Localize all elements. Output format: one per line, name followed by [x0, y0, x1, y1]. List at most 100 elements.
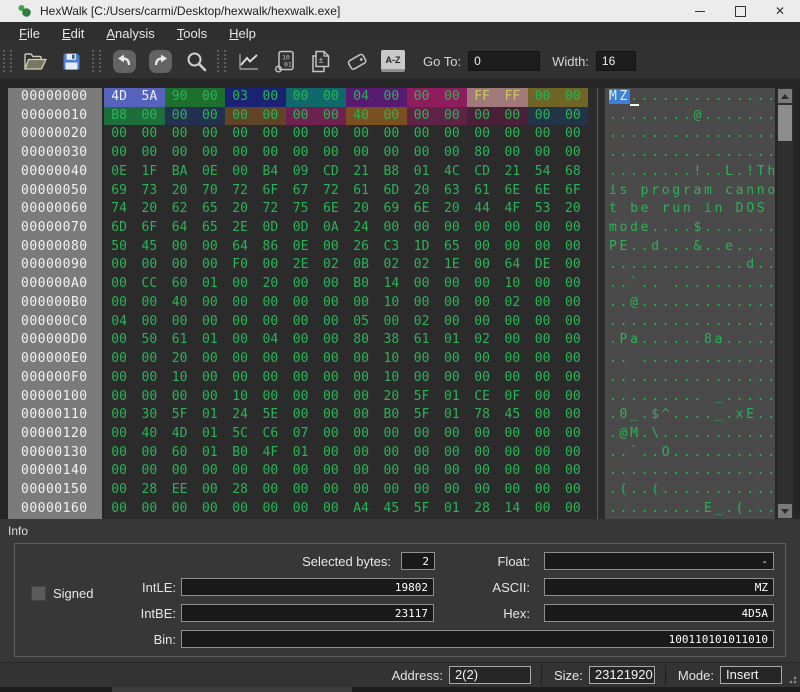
hex-byte[interactable]: 68 — [558, 163, 588, 182]
hex-byte[interactable]: 20 — [407, 182, 437, 201]
hex-byte[interactable]: 00 — [134, 256, 164, 275]
hex-byte[interactable]: 00 — [528, 481, 558, 500]
hex-byte[interactable]: 00 — [497, 444, 527, 463]
ascii-row[interactable]: .(..(........... — [605, 481, 775, 500]
hex-byte[interactable]: 00 — [316, 275, 346, 294]
hex-byte[interactable]: 14 — [376, 275, 406, 294]
hex-byte[interactable]: 24 — [225, 406, 255, 425]
hex-byte[interactable]: 4D — [165, 425, 195, 444]
hex-byte[interactable]: 65 — [195, 200, 225, 219]
hex-byte[interactable]: 00 — [195, 125, 225, 144]
hex-byte[interactable]: 00 — [225, 125, 255, 144]
hex-byte[interactable]: 00 — [437, 107, 467, 126]
hex-byte[interactable]: 00 — [316, 144, 346, 163]
hex-byte[interactable]: 00 — [467, 256, 497, 275]
hex-byte[interactable]: 00 — [195, 313, 225, 332]
hex-byte[interactable]: 07 — [286, 425, 316, 444]
hex-byte[interactable]: 00 — [104, 444, 134, 463]
hex-byte[interactable]: 00 — [165, 144, 195, 163]
ascii-row[interactable]: ........!..L.!Th — [605, 163, 775, 182]
hex-byte[interactable]: 00 — [104, 425, 134, 444]
hex-byte[interactable]: 00 — [558, 294, 588, 313]
hex-byte[interactable]: 00 — [558, 144, 588, 163]
hex-byte[interactable]: 00 — [346, 406, 376, 425]
hex-byte[interactable]: 00 — [497, 425, 527, 444]
hex-byte[interactable]: 6F — [255, 182, 285, 201]
hex-byte[interactable]: 00 — [255, 256, 285, 275]
hex-byte[interactable]: 90 — [165, 88, 195, 107]
hex-byte[interactable]: 00 — [286, 331, 316, 350]
hex-byte[interactable]: 6D — [104, 219, 134, 238]
ascii-row[interactable]: ..@............. — [605, 294, 775, 313]
hex-byte[interactable]: 28 — [134, 481, 164, 500]
hex-byte[interactable]: 64 — [165, 219, 195, 238]
hex-byte[interactable]: 01 — [195, 425, 225, 444]
hex-byte[interactable]: 00 — [467, 275, 497, 294]
hex-byte[interactable]: 45 — [376, 500, 406, 519]
hex-byte[interactable]: 00 — [528, 444, 558, 463]
hex-byte[interactable]: 0E — [104, 163, 134, 182]
hex-byte[interactable]: 00 — [376, 313, 406, 332]
hex-byte[interactable]: 50 — [104, 238, 134, 257]
hex-byte[interactable]: 00 — [286, 144, 316, 163]
hex-byte[interactable]: 00 — [407, 481, 437, 500]
hex-byte[interactable]: 20 — [376, 388, 406, 407]
hex-byte[interactable]: B0 — [225, 444, 255, 463]
hex-byte[interactable]: 00 — [195, 462, 225, 481]
hex-byte[interactable]: 00 — [558, 369, 588, 388]
hex-byte[interactable]: 00 — [316, 350, 346, 369]
hex-byte[interactable]: 00 — [195, 388, 225, 407]
hex-byte[interactable]: 00 — [316, 462, 346, 481]
hex-byte[interactable]: 00 — [376, 444, 406, 463]
hex-byte[interactable]: 00 — [528, 500, 558, 519]
signed-option[interactable]: Signed — [31, 586, 93, 601]
hex-byte[interactable]: 00 — [286, 369, 316, 388]
hex-byte[interactable]: 60 — [165, 275, 195, 294]
ascii-row[interactable]: t be run in DOS — [605, 200, 775, 219]
hex-byte[interactable]: 1F — [134, 163, 164, 182]
hex-byte[interactable]: 00 — [376, 107, 406, 126]
hex-byte[interactable]: 00 — [376, 219, 406, 238]
tags-button[interactable] — [344, 48, 370, 74]
hex-byte[interactable]: 10 — [225, 388, 255, 407]
hex-byte[interactable]: 00 — [134, 369, 164, 388]
hex-byte[interactable]: 01 — [437, 388, 467, 407]
hex-byte[interactable]: 00 — [467, 425, 497, 444]
hex-byte[interactable]: 00 — [134, 462, 164, 481]
signed-checkbox[interactable] — [31, 586, 46, 601]
hex-byte[interactable]: 24 — [346, 219, 376, 238]
hex-byte[interactable]: 00 — [467, 125, 497, 144]
hex-byte[interactable]: 00 — [467, 238, 497, 257]
hex-byte[interactable]: 00 — [528, 275, 558, 294]
hex-byte[interactable]: 67 — [286, 182, 316, 201]
ascii-row[interactable]: ................ — [605, 144, 775, 163]
hex-byte[interactable]: 0A — [316, 219, 346, 238]
hex-byte[interactable]: 00 — [286, 107, 316, 126]
hex-byte[interactable]: 00 — [255, 294, 285, 313]
hex-byte[interactable]: 09 — [286, 163, 316, 182]
hex-byte[interactable]: 00 — [346, 388, 376, 407]
hex-byte[interactable]: 00 — [165, 462, 195, 481]
hex-byte[interactable]: 62 — [165, 200, 195, 219]
hex-byte[interactable]: 00 — [558, 313, 588, 332]
hex-byte[interactable]: 69 — [376, 200, 406, 219]
hex-byte[interactable]: 00 — [134, 107, 164, 126]
hex-byte[interactable]: 00 — [195, 294, 225, 313]
patch-button[interactable]: ± — [308, 48, 334, 74]
hex-byte[interactable]: 10 — [376, 350, 406, 369]
hex-byte[interactable]: 20 — [437, 200, 467, 219]
ascii-row[interactable]: ................ — [605, 313, 775, 332]
hex-byte[interactable]: 00 — [134, 350, 164, 369]
hex-byte[interactable]: 2E — [286, 256, 316, 275]
ascii-row[interactable]: PE..d...&..e.... — [605, 238, 775, 257]
hex-byte[interactable]: 00 — [376, 462, 406, 481]
hex-byte[interactable]: 6E — [407, 200, 437, 219]
address-field[interactable]: 2(2) — [449, 666, 531, 684]
hex-byte[interactable]: 00 — [255, 388, 285, 407]
hex-byte[interactable]: 00 — [437, 369, 467, 388]
hex-byte[interactable]: 00 — [346, 444, 376, 463]
hex-byte[interactable]: 00 — [165, 500, 195, 519]
hex-byte[interactable]: 00 — [195, 481, 225, 500]
chart-button[interactable] — [236, 48, 262, 74]
hex-byte[interactable]: 00 — [225, 144, 255, 163]
